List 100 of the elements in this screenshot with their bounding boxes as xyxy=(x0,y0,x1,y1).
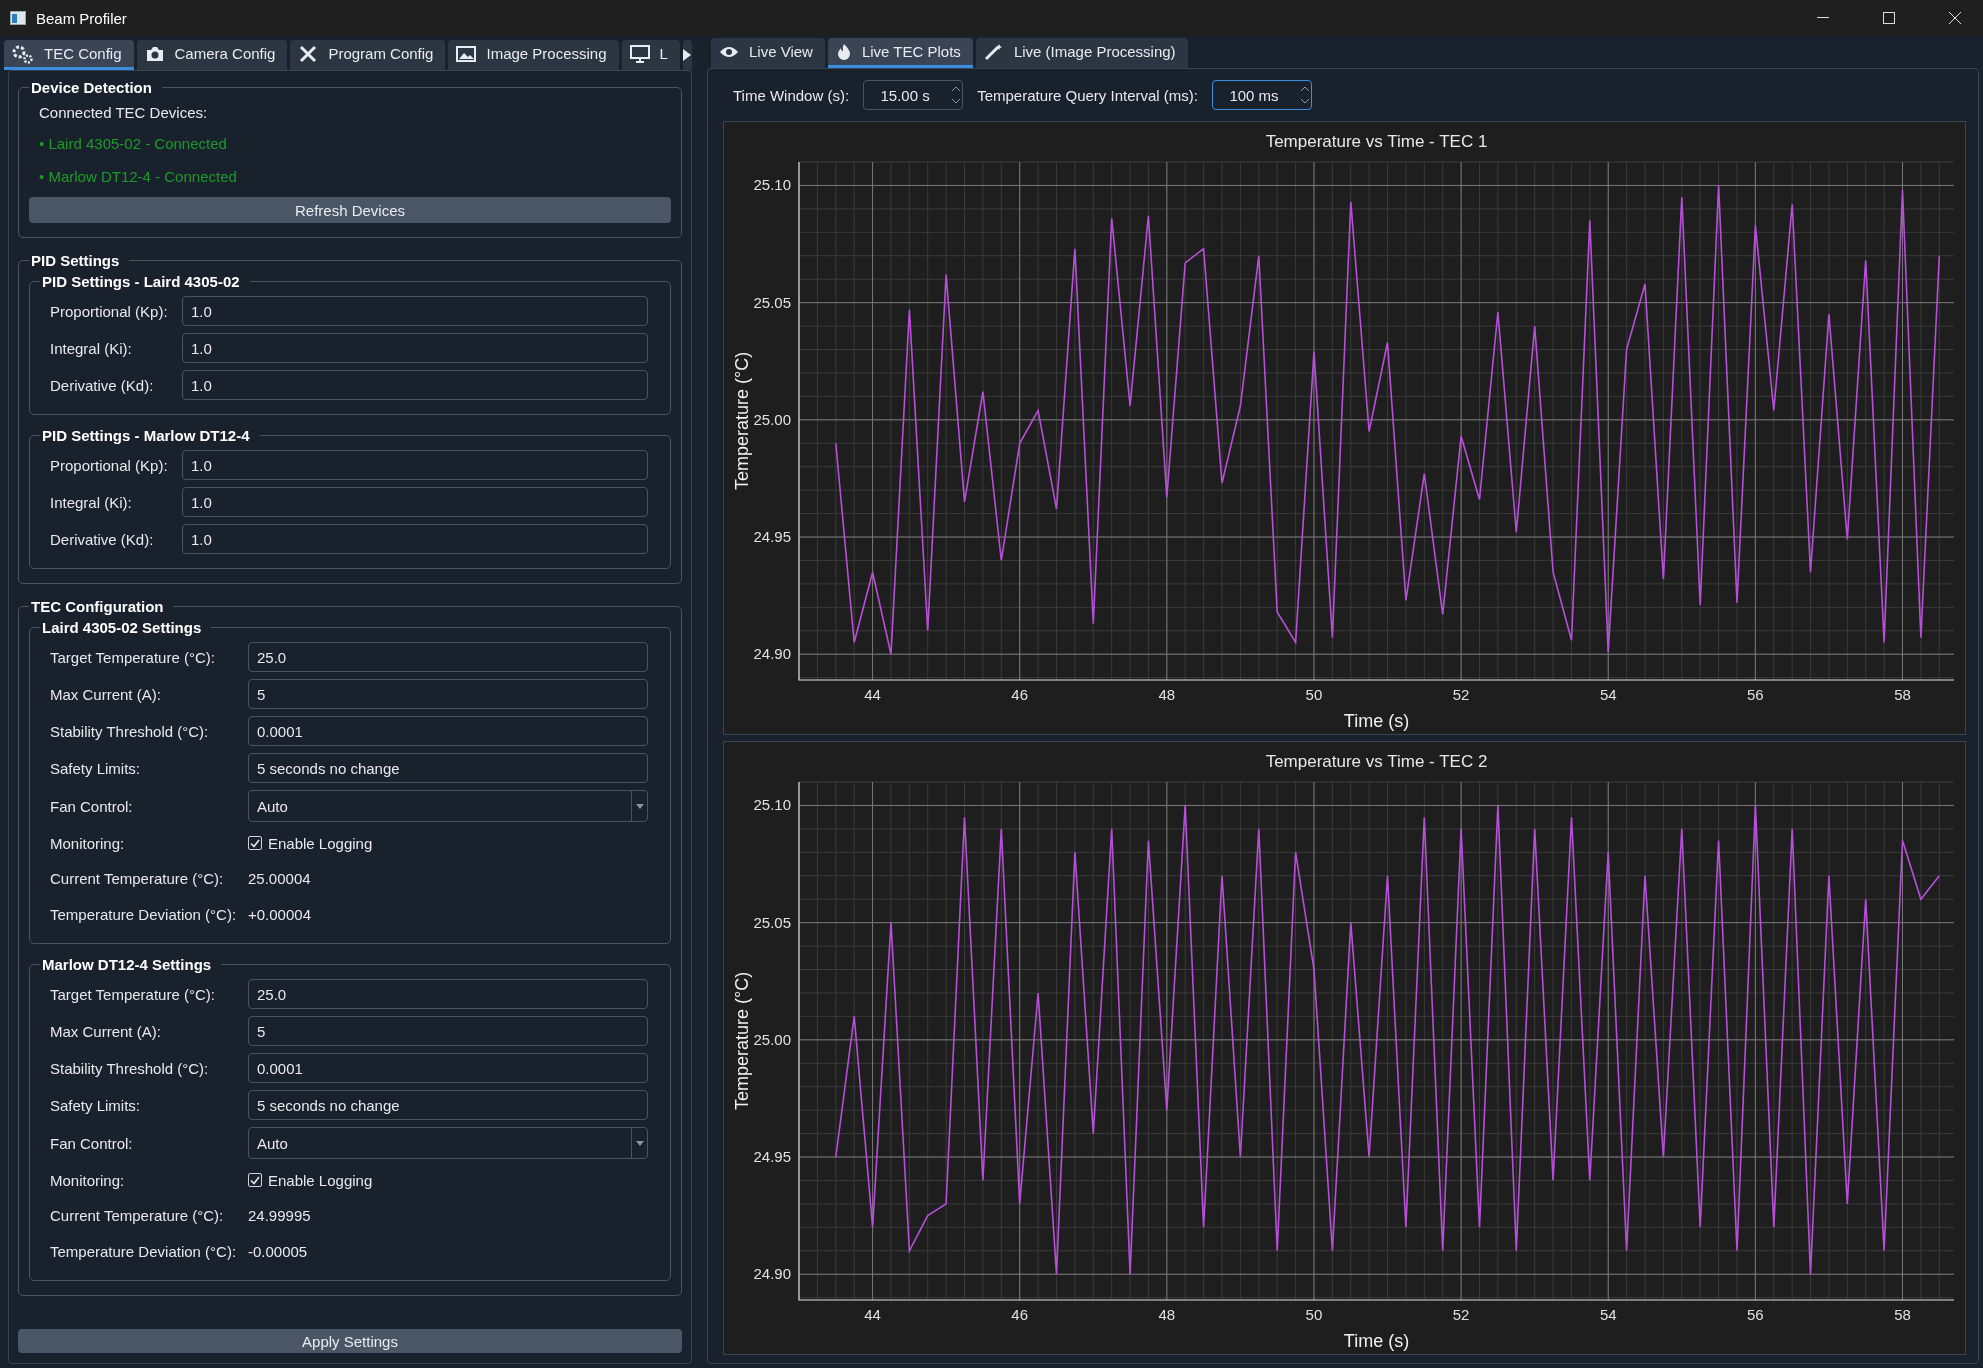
tick-label: 50 xyxy=(1305,1306,1323,1323)
axis-label: Time (s) xyxy=(1343,1331,1410,1351)
tab[interactable]: Live (Image Processing) xyxy=(975,38,1188,68)
input-field[interactable]: 1.0 xyxy=(182,524,648,554)
field-label: Time Window (s): xyxy=(733,86,850,104)
field-label: Derivative (Kd): xyxy=(50,530,155,548)
checkbox-label[interactable]: Enable Logging xyxy=(268,1171,373,1189)
value-text: 25.00004 xyxy=(248,869,312,889)
field-label: Integral (Ki): xyxy=(50,493,133,511)
field-label: Fan Control: xyxy=(50,797,134,815)
field-label: Temperature Deviation (°C): xyxy=(50,906,238,923)
tick-label: 54 xyxy=(1599,1306,1617,1323)
checkbox[interactable] xyxy=(248,836,262,850)
tick-label: 58 xyxy=(1894,1306,1911,1323)
input-field[interactable]: 5 xyxy=(248,1016,648,1046)
spin-box[interactable]: 15.00 s xyxy=(863,80,964,110)
group-title: Device Detection xyxy=(30,79,153,96)
group-title: Marlow DT12-4 Settings xyxy=(41,956,213,973)
tick-label: 48 xyxy=(1158,1306,1176,1323)
tick-label: 25.00 xyxy=(753,410,791,428)
refresh-button[interactable]: Refresh Devices xyxy=(29,197,671,223)
device-status: • Laird 4305-02 - Connected xyxy=(38,134,228,154)
field-label: Proportional (Kp): xyxy=(50,302,169,320)
tab-scroll-button[interactable] xyxy=(682,40,692,70)
field-label: Temperature Deviation (°C): xyxy=(50,1243,238,1260)
tick-label: 54 xyxy=(1599,686,1617,703)
caret-icon xyxy=(635,1140,644,1146)
tick-label: 46 xyxy=(1011,686,1029,703)
tick-label: 56 xyxy=(1747,1306,1764,1323)
value-text: -0.00005 xyxy=(248,1242,309,1262)
tick-label: 58 xyxy=(1894,686,1911,703)
image-icon xyxy=(456,44,477,63)
tab[interactable]: L xyxy=(621,40,680,70)
field-label: Proportional (Kp): xyxy=(50,456,169,474)
tick-label: 48 xyxy=(1158,686,1176,703)
group-title: TEC Configuration xyxy=(30,598,165,615)
tick-label: 46 xyxy=(1011,1306,1029,1323)
input-field[interactable]: 1.0 xyxy=(182,370,648,400)
tick-label: 52 xyxy=(1452,686,1470,703)
tab[interactable]: TEC Config xyxy=(4,40,134,70)
field-label: Max Current (A): xyxy=(50,1022,162,1040)
spin-box[interactable]: 100 ms xyxy=(1212,80,1313,110)
value-text: +0.00004 xyxy=(248,905,312,925)
input-field[interactable]: 1.0 xyxy=(182,487,648,517)
input-field[interactable]: 1.0 xyxy=(182,450,648,480)
input-field[interactable]: 5 seconds no change xyxy=(248,753,648,783)
field-label: Fan Control: xyxy=(50,1134,134,1152)
app-icon xyxy=(10,11,26,25)
tab[interactable]: Image Processing xyxy=(448,40,619,70)
dropdown[interactable]: Auto xyxy=(248,1127,648,1159)
section-label: Connected TEC Devices: xyxy=(38,103,209,123)
tick-label: 25.05 xyxy=(753,293,791,311)
tick-label: 44 xyxy=(864,1306,881,1323)
chart-title: Temperature vs Time - TEC 1 xyxy=(1265,132,1488,151)
field-label: Monitoring: xyxy=(50,1171,126,1189)
field-label: Safety Limits: xyxy=(50,759,142,777)
field-label: Monitoring: xyxy=(50,834,126,852)
checkbox-label[interactable]: Enable Logging xyxy=(268,834,373,852)
tick-label: 24.95 xyxy=(753,528,791,545)
tick-label: 44 xyxy=(864,686,881,703)
field-label: Integral (Ki): xyxy=(50,339,133,357)
tab[interactable]: Live TEC Plots xyxy=(827,38,973,68)
field-label: Max Current (A): xyxy=(50,685,162,703)
input-field[interactable]: 25.0 xyxy=(248,979,648,1009)
input-field[interactable]: 0.0001 xyxy=(248,1053,648,1083)
input-field[interactable]: 0.0001 xyxy=(248,716,648,746)
input-field[interactable]: 5 xyxy=(248,679,648,709)
field-label: Target Temperature (°C): xyxy=(50,648,216,666)
input-field[interactable]: 25.0 xyxy=(248,642,648,672)
group-title: PID Settings - Laird 4305-02 xyxy=(41,273,241,290)
axis-label: Time (s) xyxy=(1343,711,1410,731)
tab[interactable]: Program Config xyxy=(290,40,446,70)
input-field[interactable]: 1.0 xyxy=(182,333,648,363)
tick-label: 25.10 xyxy=(753,796,791,814)
tab[interactable]: Live View xyxy=(711,38,825,68)
axis-label: Temperature (°C) xyxy=(732,971,752,1111)
group-title: Laird 4305-02 Settings xyxy=(41,619,203,636)
minimize-icon xyxy=(1817,17,1829,19)
tick-label: 24.95 xyxy=(753,1148,791,1165)
chart-title: Temperature vs Time - TEC 2 xyxy=(1265,752,1488,771)
field-label: Current Temperature (°C): xyxy=(50,870,225,887)
field-label: Stability Threshold (°C): xyxy=(50,1059,210,1077)
close-icon xyxy=(1949,12,1961,24)
device-status: • Marlow DT12-4 - Connected xyxy=(38,167,238,187)
apply-button[interactable]: Apply Settings xyxy=(18,1329,682,1353)
tick-label: 24.90 xyxy=(753,645,791,663)
flame-icon xyxy=(835,42,852,61)
field-label: Current Temperature (°C): xyxy=(50,1207,225,1224)
tools-icon xyxy=(298,43,319,64)
field-label: Target Temperature (°C): xyxy=(50,985,216,1003)
group-title: PID Settings - Marlow DT12-4 xyxy=(41,427,251,444)
dropdown[interactable]: Auto xyxy=(248,790,648,822)
input-field[interactable]: 1.0 xyxy=(182,296,648,326)
maximize-icon xyxy=(1883,12,1895,24)
input-field[interactable]: 5 seconds no change xyxy=(248,1090,648,1120)
eye-icon xyxy=(719,44,739,59)
checkbox[interactable] xyxy=(248,1173,262,1187)
tick-label: 25.05 xyxy=(753,913,791,931)
group-title: PID Settings xyxy=(30,252,121,269)
tab[interactable]: Camera Config xyxy=(136,40,288,70)
